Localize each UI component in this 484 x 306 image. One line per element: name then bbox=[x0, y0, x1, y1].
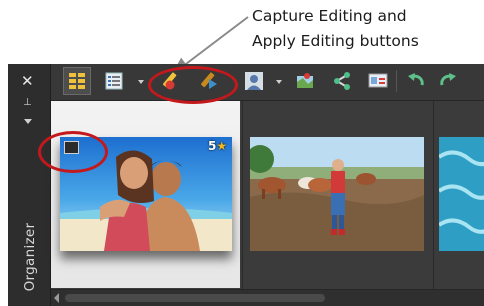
panel-menu-chevron-icon[interactable] bbox=[24, 119, 32, 124]
thumbnail-divider bbox=[433, 101, 434, 290]
details-view-icon bbox=[105, 72, 123, 90]
scrollbar-thumb[interactable] bbox=[65, 294, 325, 302]
close-icon[interactable]: ✕ bbox=[21, 72, 34, 90]
thumbnail-view-icon bbox=[69, 73, 85, 89]
filmstrip-edit-button[interactable] bbox=[367, 70, 389, 92]
filmstrip-edit-icon bbox=[368, 73, 388, 88]
scroll-left-icon[interactable] bbox=[54, 293, 59, 303]
rating-badge: 5★ bbox=[208, 139, 227, 153]
organizer-panel: ✕ ⊥ Organizer 5★ bbox=[8, 64, 484, 306]
view-dropdown-chevron-icon[interactable] bbox=[138, 80, 144, 84]
thumbnail-photo-3[interactable] bbox=[439, 137, 484, 251]
people-icon bbox=[245, 72, 263, 90]
organizer-toolbar bbox=[51, 64, 484, 101]
rotate-right-button[interactable] bbox=[437, 70, 459, 92]
thumbnail-strip: 5★ bbox=[51, 101, 484, 290]
people-dropdown-chevron-icon[interactable] bbox=[276, 80, 282, 84]
rotate-left-button[interactable] bbox=[405, 70, 427, 92]
organizer-label: Organizer bbox=[22, 222, 38, 292]
horizontal-scrollbar[interactable] bbox=[51, 289, 484, 306]
child-cows-photo-image bbox=[250, 137, 424, 251]
callout-line-2: Apply Editing buttons bbox=[252, 32, 419, 50]
thumbnail-view-button[interactable] bbox=[63, 67, 91, 95]
thumbnail-divider bbox=[242, 101, 243, 290]
highlight-ring-resize-badge bbox=[38, 131, 108, 173]
people-button[interactable] bbox=[243, 70, 265, 92]
highlight-ring-edit-buttons bbox=[148, 66, 238, 104]
star-icon: ★ bbox=[216, 139, 228, 153]
share-icon bbox=[334, 72, 350, 90]
toolbar-separator bbox=[396, 70, 397, 92]
details-view-button[interactable] bbox=[103, 70, 125, 92]
callout-line-1: Capture Editing and bbox=[252, 7, 407, 25]
map-icon bbox=[297, 73, 313, 88]
rotate-left-icon bbox=[408, 73, 424, 86]
pin-icon[interactable]: ⊥ bbox=[23, 97, 32, 108]
share-button[interactable] bbox=[331, 70, 353, 92]
thumbnail-photo-2[interactable] bbox=[250, 137, 424, 251]
organizer-sidebar: ✕ ⊥ Organizer bbox=[8, 64, 51, 306]
callout-annotation: Capture Editing and Apply Editing button… bbox=[252, 4, 482, 54]
water-photo-image bbox=[439, 137, 484, 251]
rotate-right-icon bbox=[440, 73, 456, 86]
map-button[interactable] bbox=[294, 70, 316, 92]
